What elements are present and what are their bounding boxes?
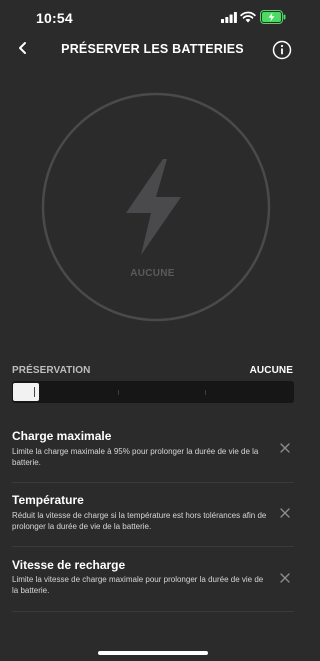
slider-thumb[interactable] xyxy=(13,383,39,401)
divider xyxy=(12,546,294,547)
battery-charging-icon xyxy=(260,10,286,24)
status-time: 10:54 xyxy=(36,10,73,26)
page-title: PRÉSERVER LES BATTERIES xyxy=(61,42,244,56)
battery-preservation-ring xyxy=(41,92,271,322)
info-icon[interactable] xyxy=(272,40,292,60)
wifi-icon xyxy=(240,11,256,23)
setting-description: Limite la charge maximale à 95% pour pro… xyxy=(12,447,259,467)
setting-description: Réduit la vitesse de charge si la tempér… xyxy=(12,511,267,531)
slider-tick xyxy=(118,390,119,395)
lightning-bolt-icon xyxy=(126,159,181,255)
setting-title: Charge maximale xyxy=(12,429,112,443)
slider-tick xyxy=(205,390,206,395)
close-icon[interactable] xyxy=(279,442,291,454)
home-indicator xyxy=(98,651,208,655)
setting-title: Vitesse de recharge xyxy=(12,558,126,572)
setting-description: Limite la vitesse de charge maximale pou… xyxy=(12,575,264,595)
preservation-slider[interactable] xyxy=(12,381,294,403)
signal-icon xyxy=(221,12,237,23)
mode-label: AUCUNE xyxy=(130,268,175,279)
divider xyxy=(12,482,294,483)
preservation-label: PRÉSERVATION xyxy=(12,365,91,376)
divider xyxy=(12,611,294,612)
close-icon[interactable] xyxy=(279,507,291,519)
setting-title: Température xyxy=(12,493,84,507)
preservation-value: AUCUNE xyxy=(249,365,293,376)
close-icon[interactable] xyxy=(279,572,291,584)
